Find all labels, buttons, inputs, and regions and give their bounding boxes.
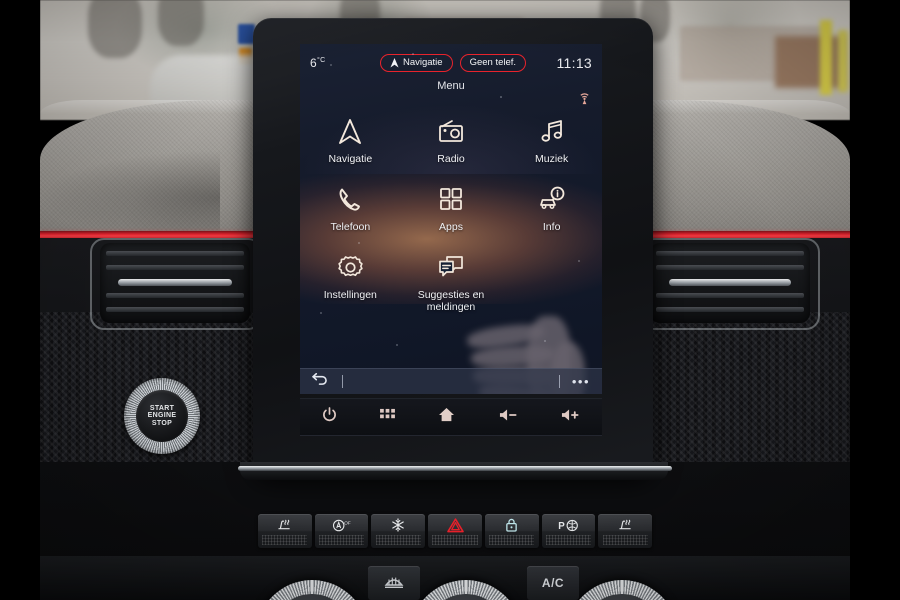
hazard-lights-button[interactable] [428, 514, 482, 548]
app-muziek[interactable]: Muziek [501, 116, 602, 165]
letterbox-right [850, 0, 900, 600]
home-button[interactable] [438, 407, 455, 427]
carbon-trim-right [640, 312, 850, 462]
svg-text:P: P [558, 521, 565, 532]
app-grid: Navigatie Radio Muziek Telefoon Apps Inf… [300, 116, 602, 313]
app-label: Navigatie [328, 153, 373, 165]
dashboard-photo: START ENGINE STOP 6°C Navigatie Geen tel… [0, 0, 900, 600]
letterbox-left [0, 0, 40, 600]
pill-label: Geen telef. [469, 56, 517, 68]
heated-seat-right-button[interactable] [598, 514, 653, 548]
app-instellingen[interactable]: Instellingen [300, 252, 401, 313]
clock: 11:13 [556, 55, 592, 71]
heated-seat-icon [277, 518, 292, 532]
app-label: Info [542, 221, 561, 234]
radio-antenna-icon [578, 92, 591, 110]
speech-bubbles-icon [437, 252, 465, 282]
status-pill-geen-telefoon[interactable]: Geen telef. [459, 53, 527, 73]
rear-defrost-icon [383, 573, 405, 594]
auto-stop-start-off-icon: OFF [332, 518, 351, 532]
app-label: Instellingen [323, 289, 377, 302]
navigation-arrow-icon [390, 58, 399, 68]
app-label: Telefoon [330, 221, 371, 234]
music-note-icon [539, 116, 565, 146]
app-grid-icon [438, 184, 464, 214]
page-title: Menu [437, 80, 465, 92]
soft-navigation-bar: ••• [300, 368, 602, 394]
app-info[interactable]: Info [501, 184, 602, 233]
air-vent-right[interactable] [650, 243, 810, 323]
status-bar: 6°C Navigatie Geen telef. 11:13 [300, 44, 602, 82]
more-dots-icon[interactable]: ••• [572, 374, 590, 389]
central-lock-button[interactable] [484, 514, 539, 548]
gear-icon [337, 252, 364, 282]
engine-label: ENGINE [147, 412, 177, 420]
apps-button[interactable] [380, 408, 396, 426]
soft-bar-divider-left [342, 375, 343, 388]
hardware-button-bar [300, 398, 602, 436]
air-vent-left[interactable] [100, 243, 250, 323]
stop-label: STOP [151, 419, 173, 427]
infotainment-display[interactable]: 6°C Navigatie Geen telef. 11:13 Menu Nav… [300, 44, 602, 394]
lock-icon [505, 518, 518, 532]
app-suggesties-en-meldingen[interactable]: Suggesties en meldingen [401, 252, 502, 313]
ac-button[interactable]: A/C [527, 566, 579, 600]
app-telefoon[interactable]: Telefoon [300, 184, 401, 233]
svg-text:OFF: OFF [344, 520, 351, 525]
status-pill-navigatie[interactable]: Navigatie [379, 53, 453, 73]
chrome-trim-lip [238, 466, 672, 471]
power-button[interactable] [322, 407, 337, 427]
app-label: Suggesties en meldingen [417, 289, 485, 314]
app-label: Radio [437, 153, 465, 165]
park-assist-icon: P [558, 518, 579, 532]
car-info-icon [538, 184, 566, 214]
ac-label: A/C [541, 576, 565, 590]
navigation-arrow-icon [338, 116, 362, 146]
start-label: START [149, 404, 175, 412]
app-navigatie[interactable]: Navigatie [300, 116, 401, 165]
app-apps[interactable]: Apps [401, 184, 502, 233]
back-arrow-icon[interactable] [312, 372, 328, 391]
rear-defrost-button[interactable] [368, 566, 420, 600]
start-engine-stop-button[interactable]: START ENGINE STOP [124, 378, 200, 454]
heated-seat-left-button[interactable] [258, 514, 312, 548]
volume-down-button[interactable] [499, 408, 518, 427]
radio-icon [437, 116, 465, 146]
heated-seat-icon [618, 518, 633, 532]
phone-handset-icon [337, 184, 363, 214]
air-recirculation-button[interactable] [371, 514, 426, 548]
hazard-triangle-icon [446, 517, 464, 532]
app-radio[interactable]: Radio [401, 116, 502, 165]
soft-bar-divider-right [558, 375, 560, 388]
snowflake-icon [391, 518, 405, 532]
outside-temperature: 6°C [310, 56, 326, 70]
bezel-base [240, 462, 668, 480]
volume-up-button[interactable] [561, 408, 580, 427]
app-label: Apps [439, 221, 463, 234]
auto-stop-start-off-button[interactable]: OFF [314, 514, 369, 548]
pill-label: Navigatie [402, 56, 443, 68]
app-label: Muziek [535, 153, 569, 165]
physical-button-row: OFF [258, 514, 653, 548]
park-assist-button[interactable]: P [541, 514, 596, 548]
